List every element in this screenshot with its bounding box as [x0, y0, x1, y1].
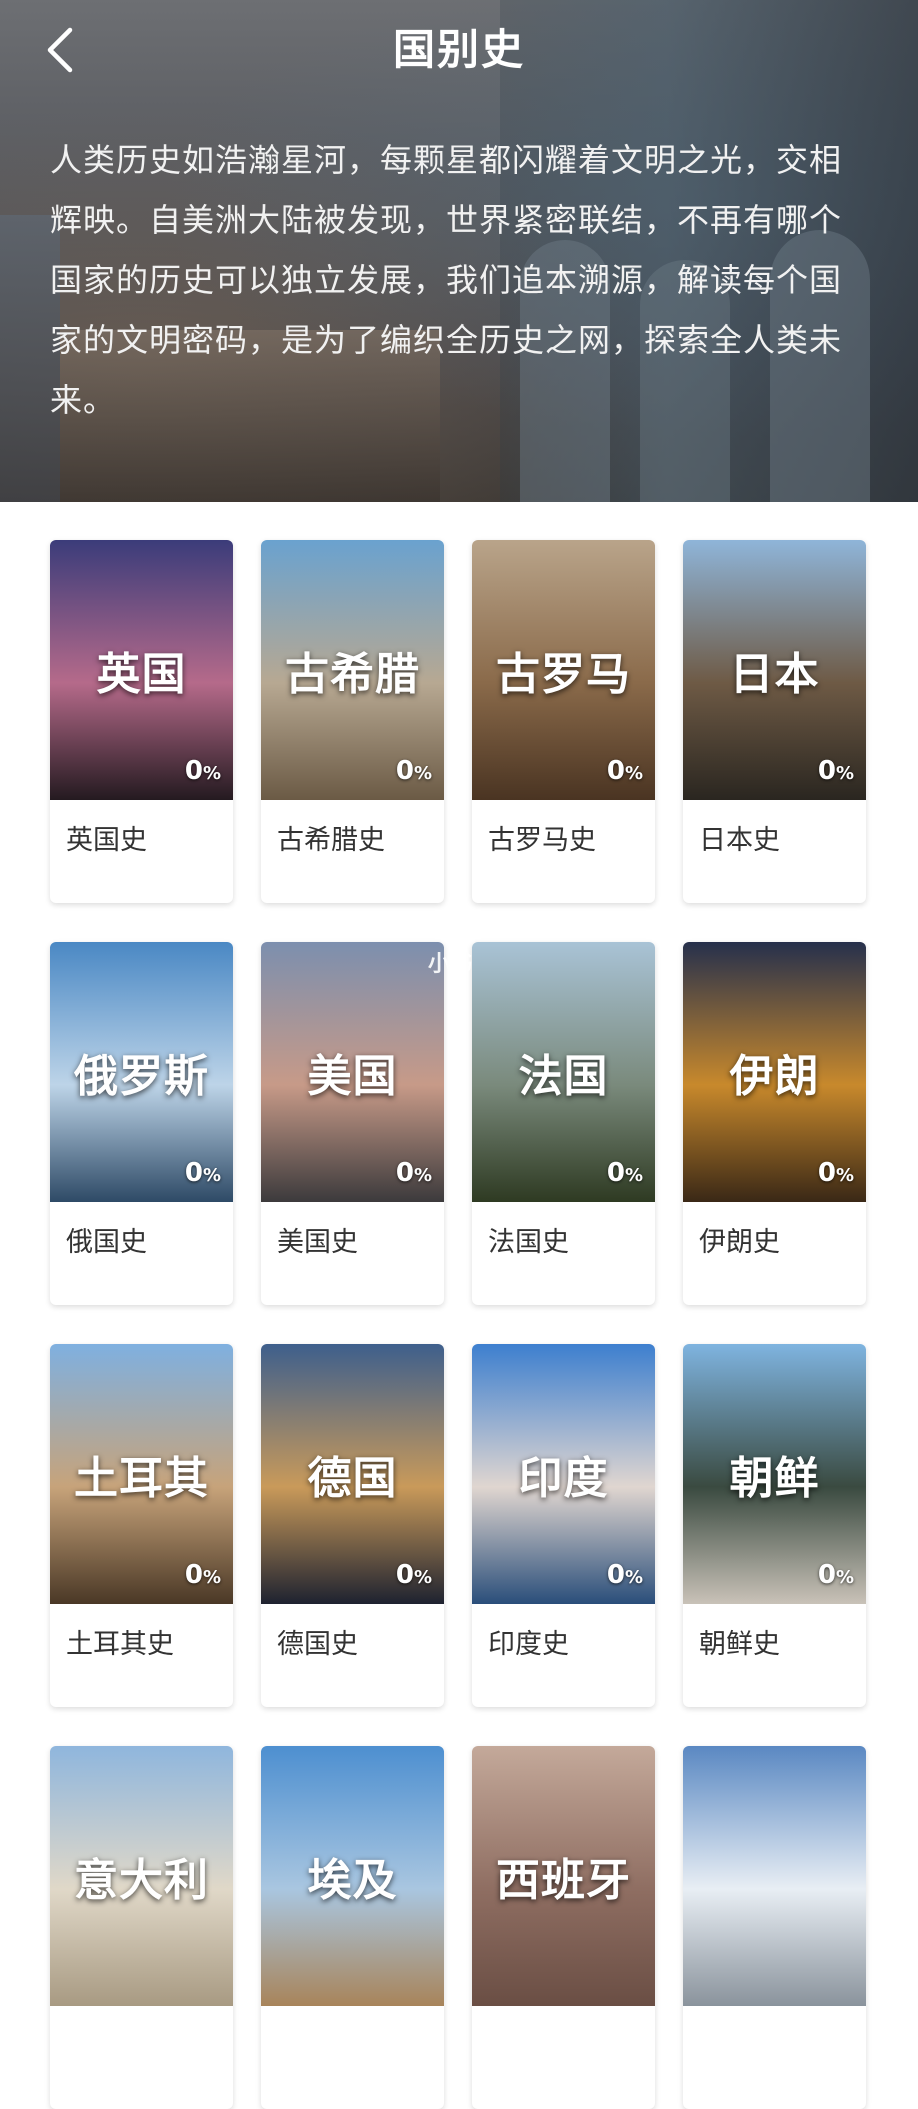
progress-percent: 0%	[396, 756, 432, 786]
country-card-title: 法国史	[488, 1227, 569, 1258]
progress-unit: %	[202, 763, 221, 784]
progress-unit: %	[835, 1567, 854, 1588]
country-card-title: 日本史	[699, 825, 780, 856]
country-card-image-label: 意大利	[74, 1855, 209, 1906]
country-card-title: 俄国史	[66, 1227, 147, 1258]
progress-unit: %	[413, 1165, 432, 1186]
country-card-title: 伊朗史	[699, 1227, 780, 1258]
progress-percent: 0%	[607, 756, 643, 786]
progress-unit: %	[624, 763, 643, 784]
country-card-title: 古希腊史	[277, 825, 385, 856]
progress-percent: 0%	[185, 1158, 221, 1188]
country-card[interactable]: 德国 0% 德国史	[261, 1344, 444, 1707]
progress-value: 0	[817, 1560, 836, 1590]
country-card-title: 德国史	[277, 1629, 358, 1660]
country-card-title: 古罗马史	[488, 825, 596, 856]
country-card[interactable]	[683, 1746, 866, 2109]
country-card[interactable]: 英国 0% 英国史	[50, 540, 233, 903]
country-card-image-label: 埃及	[307, 1855, 398, 1906]
country-card[interactable]: 土耳其 0% 土耳其史	[50, 1344, 233, 1707]
country-card[interactable]: 俄罗斯 0% 俄国史	[50, 942, 233, 1305]
country-card-image-label: 西班牙	[496, 1855, 631, 1906]
country-card[interactable]: 美国 0% 美国史	[261, 942, 444, 1305]
progress-unit: %	[413, 1567, 432, 1588]
progress-percent: 0%	[818, 756, 854, 786]
progress-percent: 0%	[818, 1560, 854, 1590]
progress-percent: 0%	[185, 756, 221, 786]
progress-value: 0	[606, 1158, 625, 1188]
watermark: 小书	[428, 952, 473, 977]
progress-percent: 0%	[185, 1560, 221, 1590]
progress-value: 0	[817, 756, 836, 786]
progress-unit: %	[835, 763, 854, 784]
country-card-image-label	[683, 1746, 866, 2006]
progress-value: 0	[184, 756, 203, 786]
hero-banner: 国别史 人类历史如浩瀚星河，每颗星都闪耀着文明之光，交相辉映。自美洲大陆被发现，…	[0, 0, 918, 502]
progress-unit: %	[624, 1165, 643, 1186]
progress-value: 0	[184, 1158, 203, 1188]
country-card-title: 朝鲜史	[699, 1629, 780, 1660]
progress-unit: %	[413, 763, 432, 784]
progress-value: 0	[606, 1560, 625, 1590]
progress-value: 0	[395, 1158, 414, 1188]
progress-unit: %	[202, 1567, 221, 1588]
country-card-title: 英国史	[66, 825, 147, 856]
progress-unit: %	[202, 1165, 221, 1186]
country-card[interactable]: 埃及	[261, 1746, 444, 2109]
progress-percent: 0%	[396, 1560, 432, 1590]
country-card[interactable]: 日本 0% 日本史	[683, 540, 866, 903]
progress-value: 0	[395, 756, 414, 786]
progress-value: 0	[606, 756, 625, 786]
country-card-title: 美国史	[277, 1227, 358, 1258]
country-card[interactable]: 法国 0% 法国史	[472, 942, 655, 1305]
progress-unit: %	[835, 1165, 854, 1186]
country-card[interactable]: 古罗马 0% 古罗马史	[472, 540, 655, 903]
page-title: 国别史	[392, 25, 525, 74]
country-card-title: 印度史	[488, 1629, 569, 1660]
progress-value: 0	[184, 1560, 203, 1590]
progress-percent: 0%	[396, 1158, 432, 1188]
progress-percent: 0%	[607, 1560, 643, 1590]
country-card[interactable]: 西班牙	[472, 1746, 655, 2109]
progress-value: 0	[817, 1158, 836, 1188]
country-card[interactable]: 朝鲜 0% 朝鲜史	[683, 1344, 866, 1707]
country-card[interactable]: 印度 0% 印度史	[472, 1344, 655, 1707]
intro-text: 人类历史如浩瀚星河，每颗星都闪耀着文明之光，交相辉映。自美洲大陆被发现，世界紧密…	[50, 141, 843, 419]
progress-unit: %	[624, 1567, 643, 1588]
progress-percent: 0%	[607, 1158, 643, 1188]
country-card-title: 土耳其史	[66, 1629, 174, 1660]
country-card[interactable]: 古希腊 0% 古希腊史	[261, 540, 444, 903]
progress-value: 0	[395, 1560, 414, 1590]
country-card[interactable]: 意大利	[50, 1746, 233, 2109]
country-card[interactable]: 伊朗 0% 伊朗史	[683, 942, 866, 1305]
progress-percent: 0%	[818, 1158, 854, 1188]
